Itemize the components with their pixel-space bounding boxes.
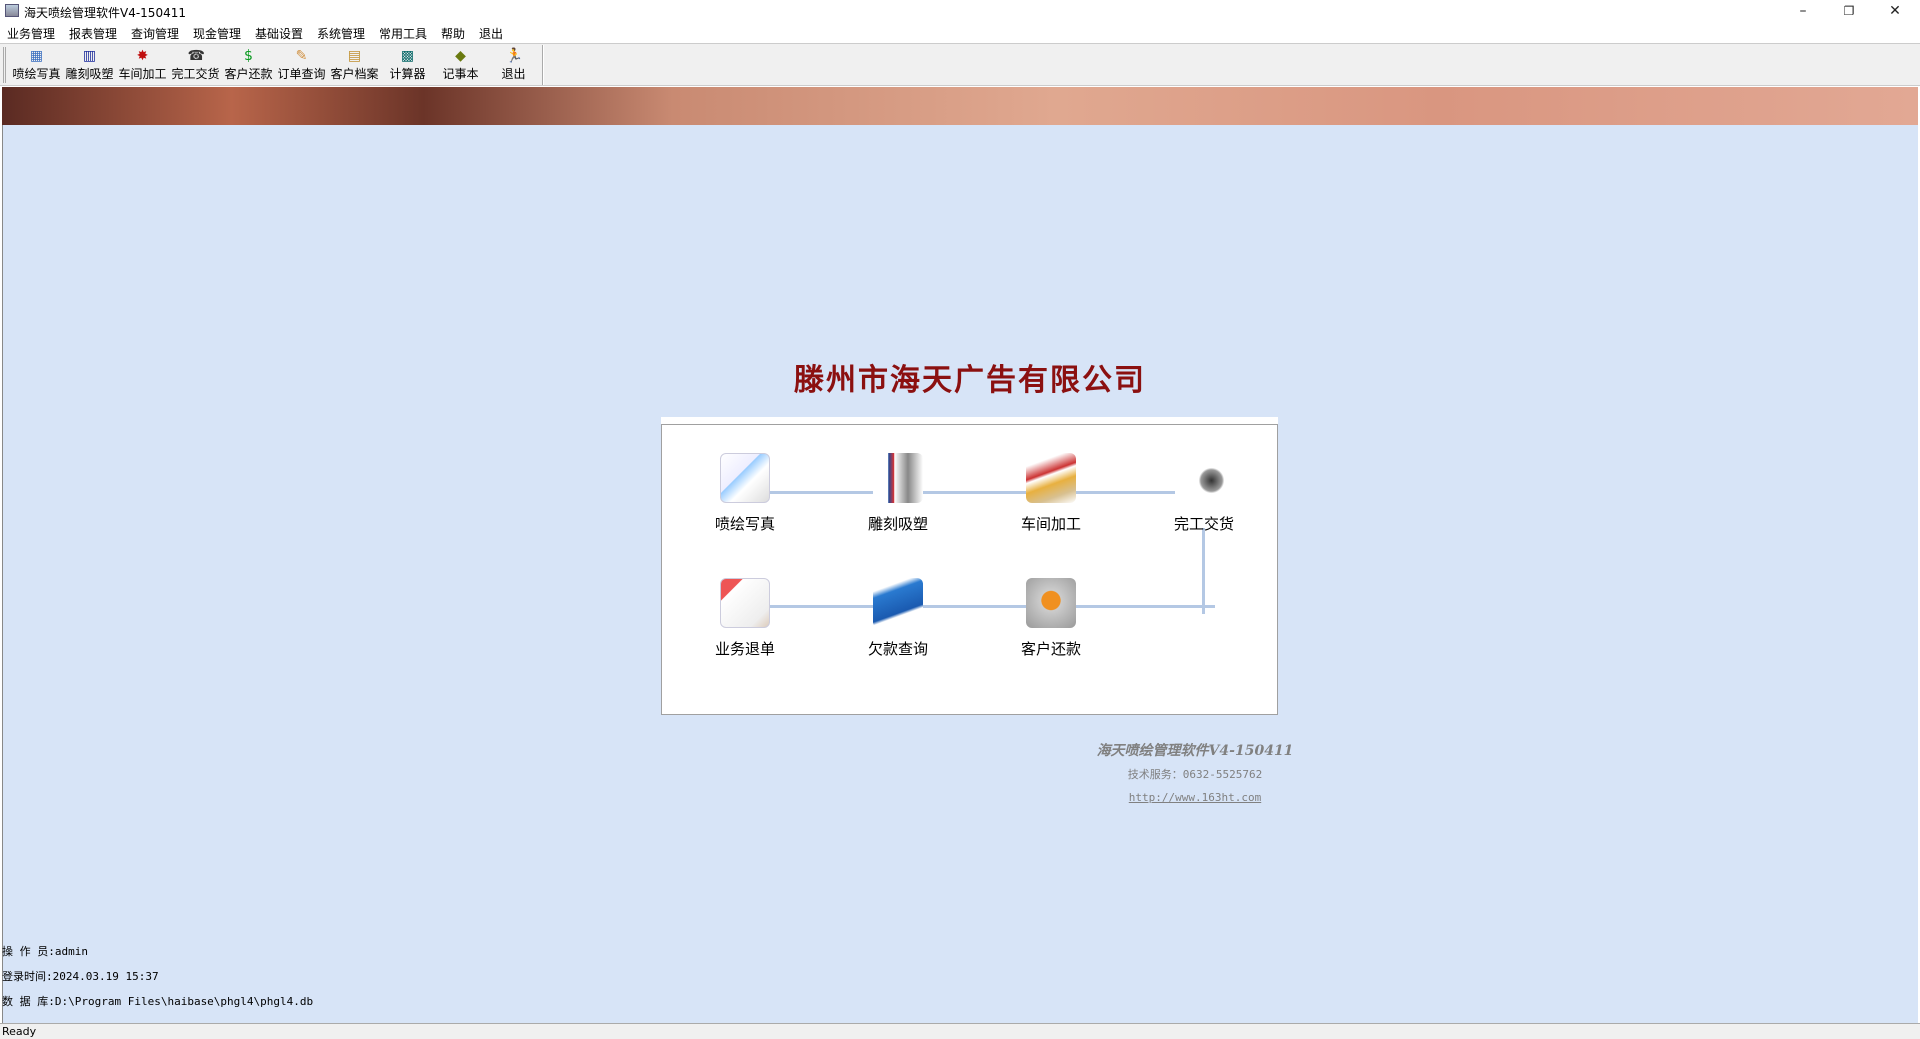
- menu-help[interactable]: 帮助: [441, 25, 465, 42]
- flow-node-label: 业务退单: [714, 640, 775, 658]
- menu-exit[interactable]: 退出: [479, 25, 503, 42]
- company-name: 滕州市海天广告有限公司: [794, 363, 1146, 398]
- toolbar-button-7[interactable]: ▩ 计算器: [381, 46, 434, 84]
- cash-register-icon: ☎: [187, 48, 205, 64]
- toolbar-button-label: 计算器: [389, 67, 426, 81]
- title-bar: [0, 0, 1920, 22]
- toolbar-button-label: 完工交货: [171, 67, 220, 81]
- photo-loupe-icon: [1179, 453, 1229, 503]
- operator-info: 操 作 员:admin: [2, 945, 88, 958]
- pencil-ruler-icon: [1026, 453, 1076, 503]
- toolbar-button-3[interactable]: ☎ 完工交货: [169, 46, 222, 84]
- flow-node-0[interactable]: 喷绘写真: [690, 453, 800, 534]
- database-info: 数 据 库:D:\Program Files\haibase\phgl4\phg…: [2, 995, 314, 1008]
- flow-node-label: 欠款查询: [867, 640, 928, 658]
- minimize-button[interactable]: –: [1780, 0, 1826, 22]
- software-name: 海天喷绘管理软件V4-150411: [1096, 743, 1294, 759]
- running-man-icon: 🏃: [505, 48, 523, 64]
- toolbar-button-4[interactable]: $ 客户还款: [222, 46, 275, 84]
- toolbar-button-9[interactable]: 🏃 退出: [487, 46, 540, 84]
- flow-node-5[interactable]: 欠款查询: [843, 578, 953, 659]
- window-title: 海天喷绘管理软件V4-150411: [24, 6, 186, 20]
- grid-icon: ▥: [82, 48, 97, 64]
- menu-system[interactable]: 系统管理: [317, 25, 365, 42]
- brush-icon: ✎: [295, 48, 308, 64]
- toolbar-button-6[interactable]: ▤ 客户档案: [328, 46, 381, 84]
- flow-line-row2: [770, 605, 1215, 608]
- toolbar-button-2[interactable]: ✸ 车间加工: [116, 46, 169, 84]
- number-nine-icon: [1026, 578, 1076, 628]
- hammer-icon: ✸: [136, 48, 149, 64]
- flow-line-vertical: [1202, 528, 1205, 614]
- menu-query[interactable]: 查询管理: [131, 25, 179, 42]
- flow-node-label: 雕刻吸塑: [867, 515, 928, 533]
- toolbar-grip[interactable]: [3, 47, 6, 83]
- toolbar-button-label: 客户档案: [330, 67, 379, 81]
- flow-node-label: 客户还款: [1020, 640, 1081, 658]
- toolbar-button-label: 订单查询: [277, 67, 326, 81]
- flow-node-6[interactable]: 客户还款: [996, 578, 1106, 659]
- menu-cash[interactable]: 现金管理: [193, 25, 241, 42]
- toolbar-button-1[interactable]: ▥ 雕刻吸塑: [63, 46, 116, 84]
- toolbar-button-label: 雕刻吸塑: [65, 67, 114, 81]
- calendar-icon: ▦: [29, 48, 44, 64]
- website-link[interactable]: http://www.163ht.com: [1000, 791, 1390, 804]
- menu-basic-settings[interactable]: 基础设置: [255, 25, 303, 42]
- book-icon: ◆: [455, 48, 466, 64]
- flow-node-3[interactable]: 完工交货: [1149, 453, 1259, 534]
- toolbar-button-label: 客户还款: [224, 67, 273, 81]
- status-bar: Ready: [0, 1023, 1920, 1039]
- drafting-tools-icon: [873, 453, 923, 503]
- restore-button[interactable]: ❐: [1826, 0, 1872, 22]
- flow-node-label: 喷绘写真: [714, 515, 775, 533]
- flow-node-2[interactable]: 车间加工: [996, 453, 1106, 534]
- flow-node-label: 车间加工: [1020, 515, 1081, 533]
- calculator-icon: ▩: [400, 48, 415, 64]
- flow-node-4[interactable]: 业务退单: [690, 578, 800, 659]
- toolbar-button-8[interactable]: ◆ 记事本: [434, 46, 487, 84]
- menu-reports[interactable]: 报表管理: [69, 25, 117, 42]
- toolbar-button-label: 车间加工: [118, 67, 167, 81]
- login-time-info: 登录时间:2024.03.19 15:37: [2, 970, 159, 983]
- flow-node-label: 完工交货: [1173, 515, 1234, 533]
- menu-tools[interactable]: 常用工具: [379, 25, 427, 42]
- text-edit-icon: [720, 453, 770, 503]
- flow-node-1[interactable]: 雕刻吸塑: [843, 453, 953, 534]
- toolbar-button-label: 记事本: [442, 67, 479, 81]
- menu-business[interactable]: 业务管理: [7, 25, 55, 42]
- blue-binder-icon: [873, 578, 923, 628]
- banner-image: [2, 87, 1918, 125]
- readme-document-icon: [720, 578, 770, 628]
- toolbar-button-label: 退出: [501, 67, 526, 81]
- toolbar-button-0[interactable]: ▦ 喷绘写真: [10, 46, 63, 84]
- clipboard-icon: ▤: [347, 48, 362, 64]
- tech-service: 技术服务：0632-5525762: [1127, 768, 1263, 781]
- flow-line-row1: [770, 491, 1175, 494]
- app-icon: [5, 4, 19, 17]
- money-bag-icon: $: [244, 48, 253, 64]
- toolbar-button-5[interactable]: ✎ 订单查询: [275, 46, 328, 84]
- close-button[interactable]: ✕: [1872, 0, 1918, 22]
- toolbar-separator: [542, 45, 544, 85]
- toolbar-button-label: 喷绘写真: [12, 67, 61, 81]
